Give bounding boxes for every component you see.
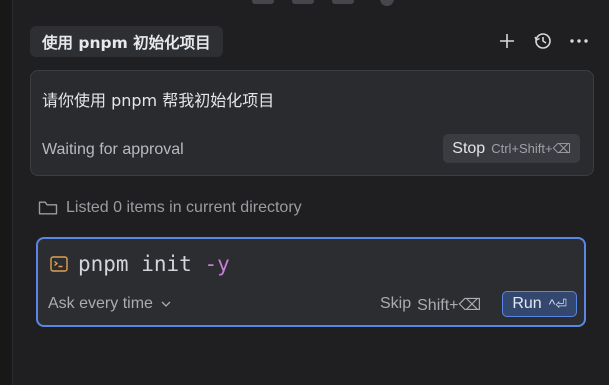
toolbar-icon[interactable] (252, 0, 274, 4)
more-icon (570, 39, 588, 43)
left-gutter (0, 0, 13, 385)
chevron-down-icon (161, 301, 171, 307)
chat-title[interactable]: 使用 pnpm 初始化项目 (30, 26, 223, 57)
history-button[interactable] (533, 29, 553, 53)
more-button[interactable] (569, 29, 589, 53)
command-approval-card: pnpm init -y Ask every time Skip Shift+⌫… (36, 237, 586, 327)
approval-mode-label: Ask every time (48, 295, 153, 312)
header-actions (497, 29, 589, 53)
terminal-icon (50, 256, 68, 272)
stop-shortcut: Ctrl+Shift+⌫ (491, 140, 571, 156)
user-message-card: 请你使用 pnpm 帮我初始化项目 Waiting for approval S… (30, 70, 594, 176)
tool-result-text: Listed 0 items in current directory (66, 199, 302, 216)
stop-label: Stop (452, 139, 486, 157)
run-shortcut: ^⏎ (548, 295, 567, 312)
new-chat-button[interactable] (497, 29, 517, 53)
top-toolbar-partial (252, 0, 394, 6)
approval-status: Waiting for approval (42, 141, 184, 158)
command-text: pnpm init -y (78, 252, 230, 276)
skip-button[interactable]: Skip Shift+⌫ (380, 295, 481, 315)
user-message-text: 请你使用 pnpm 帮我初始化项目 (42, 91, 275, 110)
tool-result-row[interactable]: Listed 0 items in current directory (38, 199, 302, 217)
toolbar-icon[interactable] (332, 0, 354, 4)
command-flag: -y (204, 252, 230, 276)
approval-mode-dropdown[interactable]: Ask every time (48, 295, 171, 313)
toolbar-icon[interactable] (292, 0, 314, 4)
skip-shortcut: Shift+⌫ (417, 297, 482, 314)
chat-title-label: 使用 pnpm 初始化项目 (42, 33, 211, 52)
stop-button[interactable]: Stop Ctrl+Shift+⌫ (443, 134, 580, 163)
command-base: pnpm init (78, 252, 192, 276)
run-label: Run (512, 295, 542, 312)
skip-label: Skip (380, 295, 412, 312)
run-button[interactable]: Run ^⏎ (502, 291, 577, 317)
command-line: pnpm init -y (50, 252, 230, 276)
plus-icon (500, 34, 514, 48)
history-icon (534, 33, 551, 49)
folder-icon (38, 201, 58, 215)
gear-icon[interactable] (380, 0, 394, 6)
